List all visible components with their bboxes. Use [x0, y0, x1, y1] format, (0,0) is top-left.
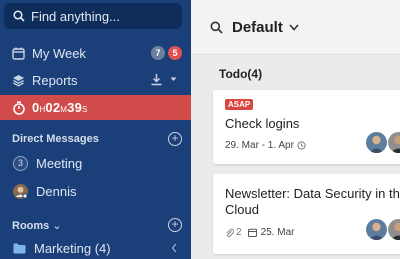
- priority-tag: ASAP: [225, 99, 254, 110]
- room-item-marketing[interactable]: Marketing (4): [0, 236, 191, 259]
- running-timer[interactable]: 0H02M39S: [0, 95, 191, 120]
- timer-display: 0H02M39S: [32, 100, 88, 115]
- folder-icon: [13, 243, 26, 253]
- avatar: [13, 183, 28, 199]
- column-title: Todo(4): [219, 67, 263, 81]
- task-card[interactable]: ASAP Check logins 29. Mar - 1. Apr: [213, 90, 400, 164]
- chevron-left-icon[interactable]: [171, 243, 177, 253]
- count-badge: 7: [151, 46, 165, 60]
- sidebar-item-label: My Week: [32, 45, 86, 61]
- task-card[interactable]: Newsletter: Data Security in the Cloud 2 …: [213, 174, 400, 254]
- card-title: Newsletter: Data Security in the Cloud: [225, 186, 400, 217]
- notification-badge: 5: [168, 46, 182, 60]
- layers-icon: [13, 74, 24, 87]
- board-area: Default Todo(4) ASAP Check logins 29. Ma…: [191, 0, 400, 259]
- room-item-label: Marketing (4): [34, 240, 111, 256]
- add-message-button[interactable]: +: [168, 132, 182, 146]
- search-input[interactable]: Find anything...: [4, 3, 182, 29]
- search-icon: [13, 10, 25, 22]
- avatar: [388, 219, 400, 240]
- board-header: Default: [191, 0, 400, 55]
- paperclip-icon: [226, 228, 234, 237]
- dm-item-label: Dennis: [36, 183, 77, 199]
- avatar: [366, 219, 387, 240]
- chevron-down-icon: ⌄: [52, 220, 62, 232]
- board-title[interactable]: Default: [232, 19, 283, 36]
- section-heading-rooms[interactable]: Rooms ⌄: [12, 219, 62, 232]
- sidebar: Find anything... My Week 7 5 Reports 0H0…: [0, 0, 191, 259]
- caret-down-icon[interactable]: [170, 77, 177, 82]
- add-room-button[interactable]: +: [168, 218, 182, 232]
- section-heading-direct-messages: Direct Messages: [12, 133, 99, 145]
- attachment-count: 2: [236, 227, 242, 238]
- avatar: [388, 132, 400, 153]
- card-meta: 29. Mar - 1. Apr: [225, 140, 306, 151]
- calendar-icon: [12, 47, 25, 60]
- calendar-icon: [247, 228, 257, 237]
- due-date: 25. Mar: [260, 227, 295, 238]
- dm-item-meeting[interactable]: 3 Meeting: [0, 151, 191, 175]
- dm-item-dennis[interactable]: Dennis: [0, 179, 191, 203]
- clock-icon: [297, 141, 306, 150]
- card-title: Check logins: [225, 116, 300, 131]
- date-range: 29. Mar - 1. Apr: [225, 140, 294, 151]
- search-icon[interactable]: [210, 21, 223, 34]
- download-icon[interactable]: [150, 73, 163, 86]
- search-placeholder: Find anything...: [31, 8, 120, 24]
- sidebar-item-label: Reports: [32, 72, 78, 88]
- count-avatar: 3: [13, 155, 28, 171]
- chevron-down-icon[interactable]: [289, 23, 299, 31]
- dm-item-label: Meeting: [36, 155, 83, 171]
- stopwatch-icon: [13, 100, 25, 115]
- card-meta: 2 25. Mar: [225, 227, 294, 238]
- avatar: [366, 132, 387, 153]
